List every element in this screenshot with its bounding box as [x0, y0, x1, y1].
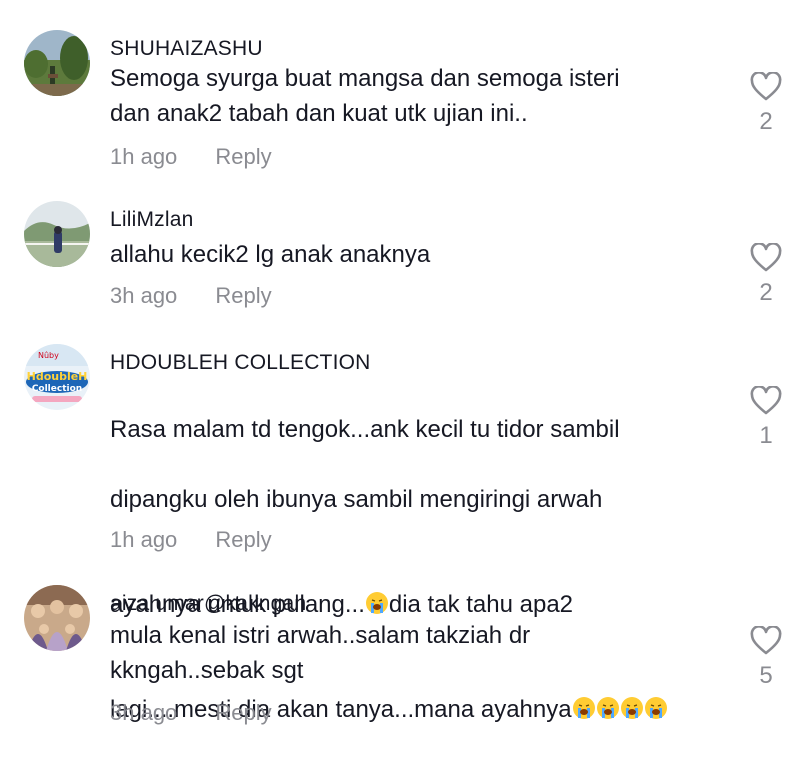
- avatar-logo-icon: Nûby HdoubleH Collection: [24, 344, 90, 410]
- comment-text: allahu kecik2 lg anak anaknya: [110, 241, 431, 268]
- heart-icon[interactable]: [750, 72, 782, 102]
- svg-text:Collection: Collection: [32, 384, 82, 394]
- comment-meta: 3h ago Reply: [110, 700, 272, 726]
- like-count: 1: [759, 422, 773, 449]
- comment-text: mula kenal istri arwah..salam takziah dr…: [110, 622, 531, 684]
- like-button[interactable]: 2: [748, 72, 784, 136]
- crying-face-icon: [365, 592, 388, 614]
- comment-username[interactable]: LiliMzlan: [110, 208, 194, 232]
- avatar-group-photo-icon: [24, 585, 90, 651]
- reply-button[interactable]: Reply: [215, 283, 271, 309]
- comment-username[interactable]: SHUHAIZASHU: [110, 37, 263, 61]
- crying-face-icon: [596, 697, 619, 719]
- comment-meta: 1h ago Reply: [110, 144, 272, 170]
- reply-button[interactable]: Reply: [215, 527, 271, 553]
- reply-button[interactable]: Reply: [215, 144, 271, 170]
- comment-time: 3h ago: [110, 283, 178, 308]
- comment-meta: 1h ago Reply: [110, 527, 272, 553]
- comment-text: Semoga syurga buat mangsa dan semoga ist…: [110, 65, 620, 127]
- like-button[interactable]: 5: [748, 626, 784, 690]
- svg-text:Nûby: Nûby: [38, 351, 59, 360]
- crying-face-icon: [620, 697, 643, 719]
- crying-face-icon: [572, 697, 595, 719]
- like-button[interactable]: 2: [748, 243, 784, 307]
- like-button[interactable]: 1: [748, 386, 784, 450]
- comment-time: 1h ago: [110, 144, 178, 169]
- avatar[interactable]: [24, 30, 90, 96]
- avatar[interactable]: [24, 585, 90, 651]
- heart-icon[interactable]: [750, 386, 782, 416]
- comment-username[interactable]: HDOUBLEH COLLECTION: [110, 351, 371, 375]
- comment-text-line: Rasa malam td tengok...ank kecil tu tido…: [110, 416, 620, 443]
- comment-text-segment: dia tak tahu apa2: [388, 591, 574, 618]
- like-count: 5: [759, 662, 773, 689]
- crying-face-icon: [644, 697, 667, 719]
- heart-icon[interactable]: [750, 626, 782, 656]
- reply-button[interactable]: Reply: [215, 700, 271, 726]
- comment-time: 1h ago: [110, 527, 178, 552]
- comment-time: 3h ago: [110, 700, 178, 725]
- comment-text-line: dipangku oleh ibunya sambil mengiringi a…: [110, 486, 603, 513]
- like-count: 2: [759, 279, 773, 306]
- avatar[interactable]: [24, 201, 90, 267]
- heart-icon[interactable]: [750, 243, 782, 273]
- svg-text:HdoubleH: HdoubleH: [27, 370, 88, 383]
- avatar-mountain-photo-icon: [24, 201, 90, 267]
- avatar-landscape-photo-icon: [24, 30, 90, 96]
- like-count: 2: [759, 108, 773, 135]
- comment-meta: 3h ago Reply: [110, 283, 272, 309]
- avatar[interactable]: Nûby HdoubleH Collection: [24, 344, 90, 410]
- comment-username[interactable]: aiza umar@kakngah: [110, 592, 306, 616]
